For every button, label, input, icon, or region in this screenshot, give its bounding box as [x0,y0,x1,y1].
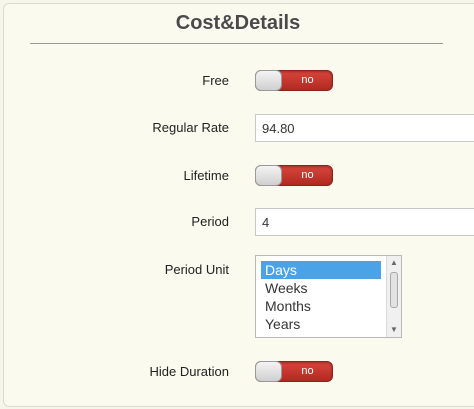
toggle-knob [255,70,282,91]
list-option-months[interactable]: Months [261,297,381,315]
listbox-scrollbar[interactable]: ▲ ▼ [386,256,401,337]
toggle-state-text: no [301,74,314,86]
section-title: Cost&Details [175,12,301,34]
chevron-down-icon[interactable]: ▼ [387,324,401,336]
period-label: Period [191,214,229,229]
free-toggle[interactable]: no [255,70,333,91]
free-label: Free [202,73,229,88]
list-option-days[interactable]: Days [261,261,381,279]
chevron-up-icon[interactable]: ▲ [387,257,401,269]
hide-duration-toggle[interactable]: no [255,361,333,382]
list-option-years[interactable]: Years [261,315,381,333]
period-input[interactable] [255,208,474,236]
cost-details-panel [3,3,474,407]
hide-duration-label: Hide Duration [149,364,230,379]
period-unit-label: Period Unit [164,262,229,277]
toggle-state-text: no [301,169,314,181]
lifetime-label: Lifetime [183,168,229,183]
regular-rate-input[interactable] [255,114,474,142]
regular-rate-label: Regular Rate [152,120,229,135]
list-option-weeks[interactable]: Weeks [261,279,381,297]
toggle-state-text: no [301,365,314,377]
scrollbar-thumb[interactable] [390,272,398,308]
title-divider [30,43,443,44]
toggle-knob [255,361,282,382]
lifetime-toggle[interactable]: no [255,165,333,186]
toggle-knob [255,165,282,186]
period-unit-listbox[interactable]: Days Weeks Months Years ▲ ▼ [255,255,402,338]
